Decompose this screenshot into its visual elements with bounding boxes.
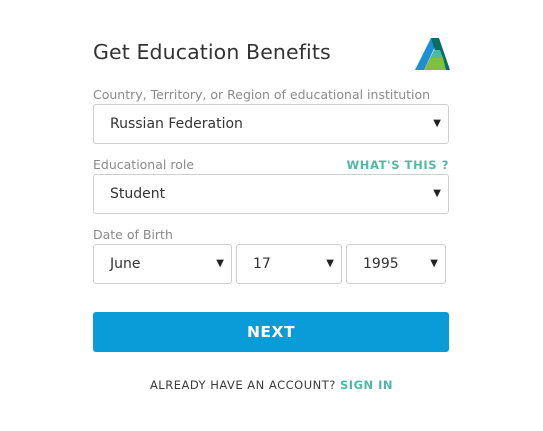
dob-month-value: June xyxy=(110,256,141,272)
dob-month-select[interactable]: June ▼ xyxy=(93,244,232,284)
chevron-down-icon: ▼ xyxy=(433,118,441,129)
next-button[interactable]: NEXT xyxy=(93,312,449,352)
country-label: Country, Territory, or Region of educati… xyxy=(93,87,431,102)
country-select[interactable]: Russian Federation ▼ xyxy=(93,104,449,144)
dob-year-select[interactable]: 1995 ▼ xyxy=(346,244,446,284)
whats-this-link[interactable]: WHAT'S THIS ? xyxy=(347,158,449,172)
education-benefits-form: Get Education Benefits Country, Territor… xyxy=(0,0,543,431)
dob-day-select[interactable]: 17 ▼ xyxy=(236,244,342,284)
role-select[interactable]: Student ▼ xyxy=(93,174,449,214)
chevron-down-icon: ▼ xyxy=(216,258,224,269)
country-value: Russian Federation xyxy=(110,116,243,132)
dob-day-value: 17 xyxy=(253,256,271,272)
chevron-down-icon: ▼ xyxy=(433,188,441,199)
signin-row: ALREADY HAVE AN ACCOUNT? SIGN IN xyxy=(0,378,543,392)
signin-prompt: ALREADY HAVE AN ACCOUNT? xyxy=(149,378,336,392)
role-value: Student xyxy=(110,186,166,202)
chevron-down-icon: ▼ xyxy=(430,258,438,269)
sign-in-link[interactable]: SIGN IN xyxy=(340,378,393,392)
dob-year-value: 1995 xyxy=(363,256,399,272)
page-title: Get Education Benefits xyxy=(93,40,331,64)
role-label: Educational role xyxy=(93,157,195,172)
dob-label: Date of Birth xyxy=(93,227,173,242)
autodesk-logo-icon xyxy=(415,38,450,70)
chevron-down-icon: ▼ xyxy=(326,258,334,269)
